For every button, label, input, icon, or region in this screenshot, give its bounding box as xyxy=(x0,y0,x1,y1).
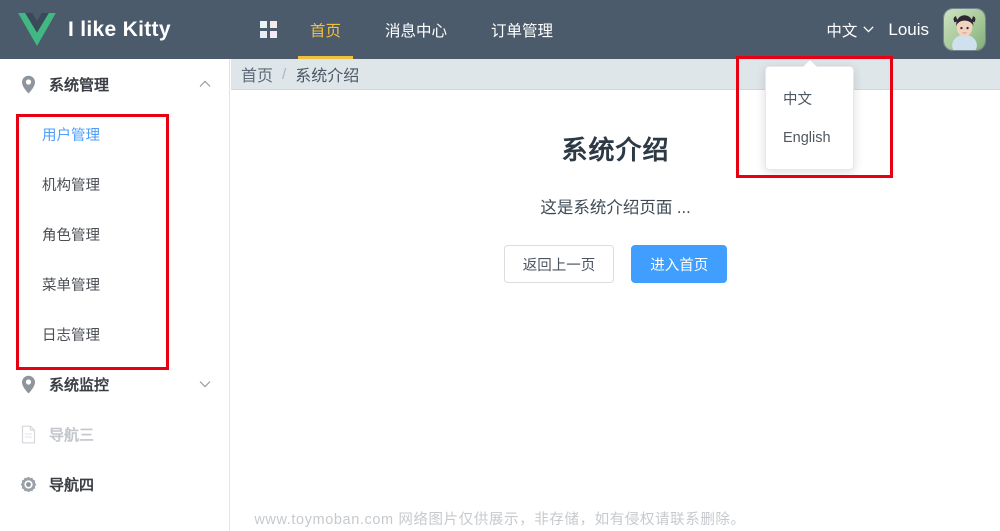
language-switcher[interactable]: 中文 xyxy=(826,19,875,41)
breadcrumb-separator: / xyxy=(282,65,287,83)
grid-apps-button[interactable] xyxy=(248,0,288,59)
page-description: 这是系统介绍页面 ... xyxy=(540,199,691,217)
nav-item-messages[interactable]: 消息中心 xyxy=(363,0,469,59)
main-nav: 首页 消息中心 订单管理 xyxy=(230,0,826,59)
vue-logo-icon xyxy=(18,13,56,46)
location-pin-icon xyxy=(22,375,35,393)
back-button[interactable]: 返回上一页 xyxy=(503,245,615,283)
sidebar-item-role-management[interactable]: 角色管理 xyxy=(0,209,229,259)
gear-icon xyxy=(20,476,37,492)
chevron-down-icon xyxy=(199,381,211,388)
sidebar-item-org-management[interactable]: 机构管理 xyxy=(0,159,229,209)
grid-apps-icon xyxy=(259,21,277,38)
language-switcher-label: 中文 xyxy=(826,22,858,40)
chevron-down-icon xyxy=(863,26,875,33)
sidebar-item-log-management[interactable]: 日志管理 xyxy=(0,309,229,359)
breadcrumb-current: 系统介绍 xyxy=(295,68,360,85)
header-right-area: 中文 Louis xyxy=(826,0,1000,59)
brand-logo-area[interactable]: I like Kitty xyxy=(0,0,230,59)
sidebar-item-nav-four-label: 导航四 xyxy=(49,476,95,494)
language-dropdown-menu: 中文 English xyxy=(765,60,854,170)
sidebar-item-org-management-label: 机构管理 xyxy=(42,177,100,194)
sidebar-submenu-system-management: 用户管理 机构管理 角色管理 菜单管理 日志管理 xyxy=(0,109,229,359)
location-pin-icon xyxy=(22,75,35,93)
sidebar-item-menu-management-label: 菜单管理 xyxy=(42,277,100,294)
sidebar-item-nav-three-label: 导航三 xyxy=(49,426,95,444)
action-button-row: 返回上一页 进入首页 xyxy=(231,245,1000,283)
top-header: I like Kitty 首页 消息中心 订单管理 中文 Louis xyxy=(0,0,1000,59)
sidebar-group-system-monitor[interactable]: 系统监控 xyxy=(0,359,229,409)
go-home-button[interactable]: 进入首页 xyxy=(631,245,728,283)
nav-item-orders-label: 订单管理 xyxy=(491,22,554,40)
page-title: 系统介绍 xyxy=(561,135,670,165)
nav-item-messages-label: 消息中心 xyxy=(385,22,448,40)
sidebar-item-log-management-label: 日志管理 xyxy=(42,327,100,344)
main-content: 首页 / 系统介绍 系统介绍 这是系统介绍页面 ... 返回上一页 进入首页 xyxy=(231,59,1000,531)
sidebar-item-menu-management[interactable]: 菜单管理 xyxy=(0,259,229,309)
nav-item-home-label: 首页 xyxy=(310,22,342,40)
sidebar-item-nav-three: 导航三 xyxy=(0,409,229,459)
app-root: I like Kitty 首页 消息中心 订单管理 中文 Louis 系统管理 … xyxy=(0,0,1000,531)
content-body: 系统介绍 这是系统介绍页面 ... 返回上一页 进入首页 xyxy=(231,90,1000,283)
user-name: Louis xyxy=(888,19,929,39)
sidebar-group-system-management[interactable]: 系统管理 xyxy=(0,59,229,109)
language-option-chinese[interactable]: 中文 xyxy=(766,78,853,118)
document-icon xyxy=(21,425,36,443)
avatar[interactable] xyxy=(943,8,986,51)
sidebar-item-nav-four[interactable]: 导航四 xyxy=(0,459,229,509)
nav-item-home[interactable]: 首页 xyxy=(288,0,363,59)
sidebar-item-user-management-label: 用户管理 xyxy=(42,127,100,144)
nav-item-orders[interactable]: 订单管理 xyxy=(469,0,575,59)
chevron-up-icon xyxy=(199,80,211,87)
brand-title: I like Kitty xyxy=(68,17,171,41)
language-option-english[interactable]: English xyxy=(766,118,853,158)
breadcrumb-home[interactable]: 首页 xyxy=(237,62,277,86)
breadcrumb: 首页 / 系统介绍 xyxy=(231,59,1000,90)
sidebar-item-role-management-label: 角色管理 xyxy=(42,227,100,244)
sidebar-item-user-management[interactable]: 用户管理 xyxy=(0,109,229,159)
sidebar: 系统管理 用户管理 机构管理 角色管理 菜单管理 日志管理 系统监控 导航三 导… xyxy=(0,59,230,531)
sidebar-group-system-monitor-label: 系统监控 xyxy=(49,376,110,394)
sidebar-group-system-management-label: 系统管理 xyxy=(49,76,110,94)
